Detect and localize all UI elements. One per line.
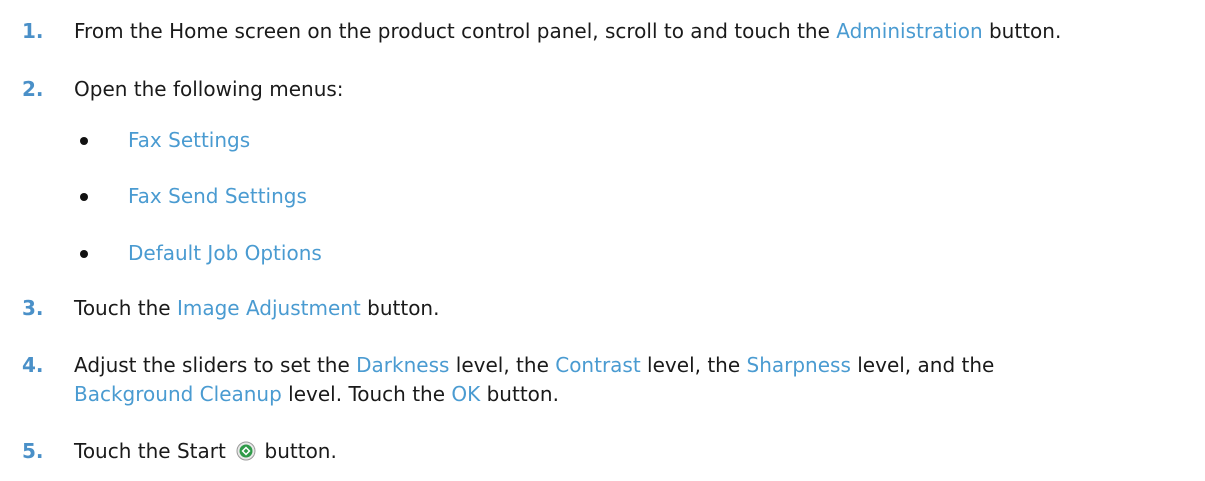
step-2-text: Open the following menus: [74,77,344,101]
start-button-icon [236,441,256,461]
step-5-text-a: Touch the Start [74,439,233,463]
step-4-text-c: level, the [640,353,747,377]
step-4-text-d: level, and the [850,353,995,377]
background-cleanup-label: Background Cleanup [74,382,282,406]
step-4: 4. Adjust the sliders to set the Darknes… [0,350,1205,410]
step-5-number: 5. [22,439,44,463]
sharpness-label: Sharpness [746,353,851,377]
image-adjustment-button-label: Image Adjustment [176,296,361,320]
step-4-text-line2: Background Cleanup level. Touch the OK b… [74,379,559,409]
step-4-number: 4. [22,353,44,377]
instruction-document: 1. From the Home screen on the product c… [0,0,1205,481]
bullet-icon [80,137,88,145]
menu-item-label: Fax Send Settings [128,184,307,208]
step-5-text: Touch the Start button. [74,436,337,466]
darkness-label: Darkness [356,353,450,377]
step-4-text-b: level, the [449,353,556,377]
step-1-text: From the Home screen on the product cont… [74,16,1061,46]
step-1-text-a: From the Home screen on the product cont… [74,19,837,43]
step-3-text-b: button. [360,296,440,320]
step-4-text-a: Adjust the sliders to set the [74,353,357,377]
step-1-number: 1. [22,19,44,43]
menu-item-label: Default Job Options [128,241,322,265]
bullet-icon [80,193,88,201]
step-4-text-e: level. Touch the [281,382,452,406]
contrast-label: Contrast [555,353,641,377]
menu-item-label: Fax Settings [128,128,251,152]
step-4-text-line1: Adjust the sliders to set the Darkness l… [74,350,994,380]
administration-button-label: Administration [836,19,983,43]
step-3-number: 3. [22,296,44,320]
step-2-number: 2. [22,77,44,101]
step-3-text-a: Touch the [74,296,177,320]
step-1-text-b: button. [982,19,1062,43]
step-4-text-f: button. [480,382,559,406]
ok-button-label: OK [451,382,481,406]
bullet-icon [80,250,88,258]
step-3-text: Touch the Image Adjustment button. [74,293,439,323]
step-5-text-b: button. [258,439,337,463]
